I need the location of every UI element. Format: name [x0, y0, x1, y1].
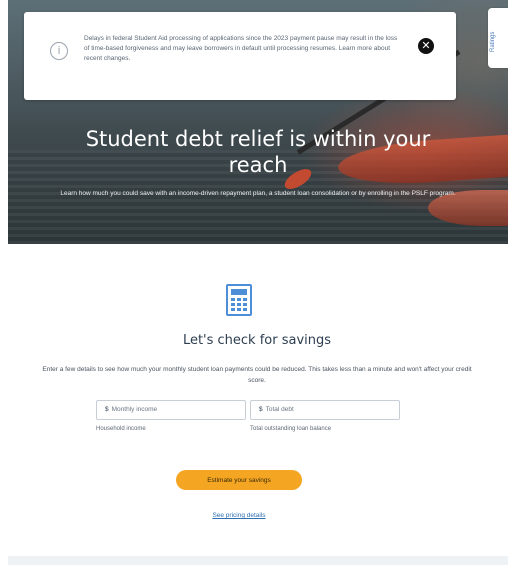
monthly-income-helper: Household income [96, 426, 146, 432]
savings-section-title: Let's check for savings [182, 333, 332, 348]
currency-prefix: $ [105, 406, 109, 413]
hero-banner: i Delays in federal Student Aid processi… [8, 0, 508, 244]
estimate-savings-button[interactable]: Estimate your savings [176, 470, 302, 490]
currency-prefix: $ [259, 406, 263, 413]
hero-title-line1: Student debt relief is within your [85, 127, 431, 151]
monthly-income-placeholder: Monthly income [111, 406, 158, 413]
monthly-income-input[interactable]: $ Monthly income [96, 400, 246, 420]
close-icon[interactable]: ✕ [418, 38, 434, 54]
info-icon: i [50, 42, 68, 60]
footer-band [8, 556, 508, 565]
savings-section-description: Enter a few details to see how much your… [42, 366, 472, 384]
ratings-side-tab[interactable]: Ratings [488, 8, 508, 68]
total-debt-helper: Total outstanding loan balance [250, 426, 332, 432]
notice-text: Delays in federal Student Aid processing… [84, 35, 398, 62]
pricing-details-link[interactable]: See pricing details [0, 512, 478, 519]
notice-banner: i Delays in federal Student Aid processi… [24, 12, 456, 100]
calculator-icon [226, 284, 252, 316]
total-debt-input[interactable]: $ Total debt [250, 400, 400, 420]
hero-subtitle: Learn how much you could save with an in… [60, 190, 456, 197]
total-debt-placeholder: Total debt [265, 406, 294, 413]
hero-title: Student debt relief is within your reach [8, 126, 508, 178]
ratings-side-tab-label: Ratings [490, 31, 496, 52]
hero-title-line2: reach [228, 153, 288, 177]
